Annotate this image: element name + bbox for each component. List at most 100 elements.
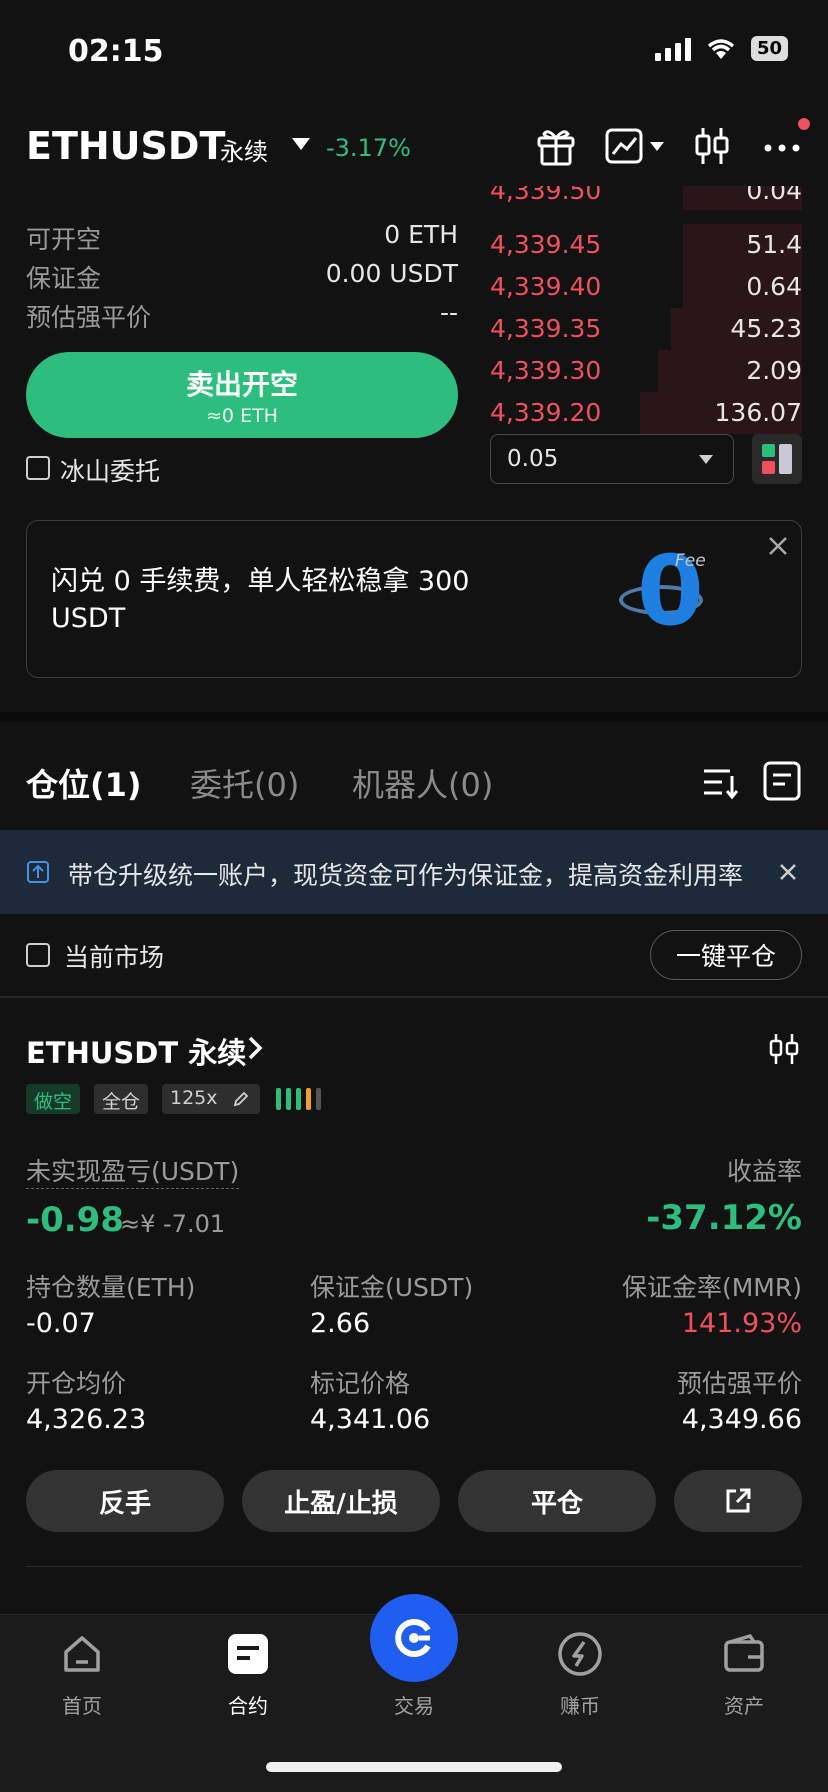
tab-positions[interactable]: 仓位(1) xyxy=(26,760,142,806)
orderbook-row[interactable]: 4,339.50 0.04 xyxy=(490,186,802,210)
battery-indicator: 50 xyxy=(750,36,788,61)
tab-bots[interactable]: 机器人(0) xyxy=(352,760,493,806)
orderbook-layout-icon[interactable] xyxy=(752,434,802,484)
current-market-checkbox[interactable] xyxy=(26,943,50,967)
orderbook-row[interactable]: 4,339.20 136.07 xyxy=(490,392,802,434)
divider xyxy=(0,996,828,998)
caret-down-icon[interactable] xyxy=(292,138,310,150)
orderbook-row[interactable]: 4,339.45 51.4 xyxy=(490,224,802,266)
candlestick-icon[interactable] xyxy=(690,124,734,168)
chart-dropdown-icon[interactable] xyxy=(650,142,664,151)
share-button[interactable] xyxy=(674,1470,802,1532)
margin-mode-tag: 全仓 xyxy=(94,1084,149,1114)
available-short-label: 可开空 xyxy=(26,225,102,254)
close-icon[interactable] xyxy=(767,535,789,557)
entry-price-label: 开仓均价 xyxy=(26,1369,127,1398)
trade-icon xyxy=(395,1619,431,1657)
precision-value: 0.05 xyxy=(507,446,559,472)
close-position-button[interactable]: 平仓 xyxy=(458,1470,656,1532)
home-icon xyxy=(64,1636,100,1672)
home-indicator[interactable] xyxy=(266,1762,562,1772)
wallet-icon xyxy=(724,1633,764,1672)
sort-icon[interactable] xyxy=(700,762,740,802)
margin-label: 保证金(USDT) xyxy=(310,1273,474,1302)
tab-orders[interactable]: 委托(0) xyxy=(190,760,299,806)
adl-indicator-icon xyxy=(276,1088,321,1110)
orderbook-row[interactable]: 4,339.35 45.23 xyxy=(490,308,802,350)
ask-amount: 2.09 xyxy=(746,356,802,385)
unrealized-pnl-cny: ≈¥ -7.01 xyxy=(120,1210,226,1238)
nav-label: 交易 xyxy=(394,1694,434,1718)
sell-short-amount: ≈0 ETH xyxy=(206,405,278,427)
banner-text: 带仓升级统一账户，现货资金可作为保证金，提高资金利用率 xyxy=(68,861,744,890)
nav-trade-label-wrap[interactable]: 交易 xyxy=(354,1690,474,1719)
ask-price: 4,339.20 xyxy=(490,398,602,427)
roe-label: 收益率 xyxy=(726,1157,802,1186)
dropdown-caret-icon xyxy=(699,455,713,464)
trade-fab[interactable] xyxy=(370,1594,458,1682)
ask-price: 4,339.50 xyxy=(490,186,602,205)
gift-icon[interactable] xyxy=(534,124,578,168)
sell-short-button[interactable]: 卖出开空 ≈0 ETH xyxy=(26,352,458,438)
nav-earn[interactable]: 赚币 xyxy=(520,1630,640,1719)
share-icon xyxy=(726,1488,751,1513)
symbol-title[interactable]: ETHUSDT xyxy=(26,124,225,168)
mark-price-label: 标记价格 xyxy=(310,1369,411,1398)
nav-label: 首页 xyxy=(62,1694,102,1718)
margin-value: 2.66 xyxy=(310,1308,371,1339)
ask-amount: 0.04 xyxy=(746,186,802,205)
nav-contract[interactable]: 合约 xyxy=(188,1630,308,1719)
status-time: 02:15 xyxy=(68,34,164,69)
upgrade-banner[interactable]: 带仓升级统一账户，现货资金可作为保证金，提高资金利用率 xyxy=(0,830,828,914)
iceberg-checkbox[interactable] xyxy=(26,456,50,480)
available-short-value: 0 ETH xyxy=(384,220,458,249)
orderbook-row[interactable]: 4,339.40 0.64 xyxy=(490,266,802,308)
tp-sl-button[interactable]: 止盈/止损 xyxy=(242,1470,440,1532)
orderbook-row[interactable]: 4,339.30 2.09 xyxy=(490,350,802,392)
est-liq-label: 预估强平价 xyxy=(26,303,152,332)
nav-home[interactable]: 首页 xyxy=(22,1630,142,1719)
more-icon[interactable] xyxy=(760,124,804,168)
chart-trend-icon[interactable] xyxy=(604,124,648,168)
precision-select[interactable]: 0.05 xyxy=(490,434,734,484)
unrealized-pnl-value: -0.98 xyxy=(26,1200,124,1240)
fee-text: Fee xyxy=(675,551,706,571)
promo-text-line2: USDT xyxy=(51,603,126,634)
sell-short-label: 卖出开空 xyxy=(185,368,298,401)
close-all-button[interactable]: 一键平仓 xyxy=(650,930,802,980)
margin-label: 保证金 xyxy=(26,264,102,293)
zero-fee-graphic: 0 Fee xyxy=(611,543,711,651)
wifi-icon xyxy=(707,38,735,59)
earn-icon xyxy=(558,1632,602,1676)
entry-price-value: 4,326.23 xyxy=(26,1404,147,1435)
divider xyxy=(26,1566,802,1567)
contract-type[interactable]: 永续 xyxy=(220,132,268,167)
ask-amount: 0.64 xyxy=(746,272,802,301)
nav-label: 合约 xyxy=(228,1694,268,1718)
leverage-tag[interactable]: 125x xyxy=(162,1084,260,1114)
leverage-value: 125x xyxy=(170,1087,218,1109)
unrealized-pnl-label[interactable]: 未实现盈亏(USDT) xyxy=(26,1152,240,1189)
notification-dot xyxy=(798,118,810,130)
iceberg-label: 冰山委托 xyxy=(60,457,161,486)
reverse-button[interactable]: 反手 xyxy=(26,1470,224,1532)
est-liq-price-label: 预估强平价 xyxy=(676,1369,802,1398)
est-liq-price-value: 4,349.66 xyxy=(681,1404,802,1435)
promo-card[interactable]: 闪兑 0 手续费，单人轻松稳拿 300 USDT 0 Fee xyxy=(26,520,802,678)
history-document-icon[interactable] xyxy=(762,760,802,802)
margin-value: 0.00 USDT xyxy=(325,259,458,288)
ask-price: 4,339.30 xyxy=(490,356,602,385)
section-divider xyxy=(0,712,828,722)
nav-label: 资产 xyxy=(724,1694,764,1718)
ask-price: 4,339.40 xyxy=(490,272,602,301)
nav-assets[interactable]: 资产 xyxy=(684,1630,804,1719)
promo-text-line1: 闪兑 0 手续费，单人轻松稳拿 300 xyxy=(51,566,470,597)
position-title[interactable]: ETHUSDT 永续 xyxy=(26,1030,246,1072)
nav-label: 赚币 xyxy=(560,1694,600,1718)
chevron-right-icon[interactable] xyxy=(244,1034,266,1062)
candlestick-icon[interactable] xyxy=(766,1032,802,1066)
ask-amount: 51.4 xyxy=(746,230,802,259)
roe-value: -37.12% xyxy=(646,1198,802,1238)
mark-price-value: 4,341.06 xyxy=(310,1404,431,1435)
banner-close-icon[interactable] xyxy=(778,862,798,882)
